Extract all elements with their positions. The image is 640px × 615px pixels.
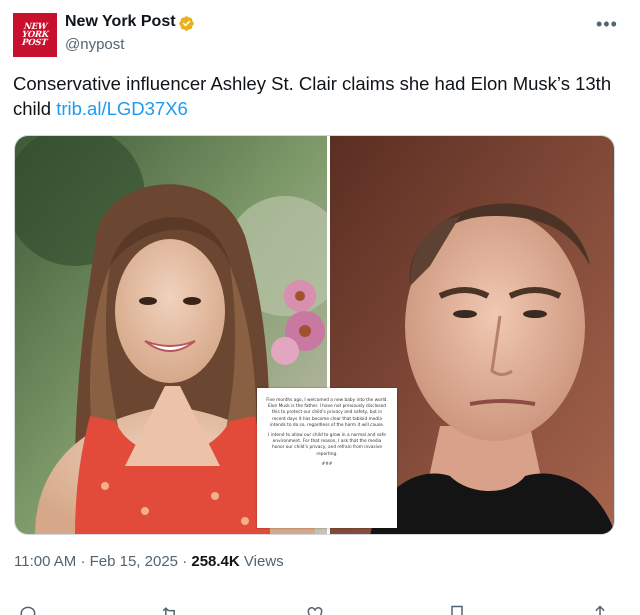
statement-paragraph-1: Five months ago, I welcomed a new baby i… xyxy=(266,398,388,428)
share-icon xyxy=(595,605,605,615)
meta-separator: · xyxy=(80,553,86,570)
meta-separator: · xyxy=(182,553,188,570)
media-image[interactable]: Five months ago, I welcomed a new baby i… xyxy=(14,135,615,535)
statement-sign: ### xyxy=(321,461,333,467)
bookmark-icon xyxy=(451,605,463,615)
reply-icon xyxy=(20,606,36,615)
views-label: Views xyxy=(243,553,284,570)
reply-button[interactable] xyxy=(18,604,38,615)
more-icon[interactable]: ••• xyxy=(596,14,618,35)
views-count: 258.4K xyxy=(191,553,240,570)
share-button[interactable] xyxy=(590,604,610,615)
handle[interactable]: @nypost xyxy=(65,36,124,53)
verified-badge-icon xyxy=(179,16,194,31)
statement-card: Five months ago, I welcomed a new baby i… xyxy=(257,388,397,528)
bookmark-button[interactable] xyxy=(447,604,467,615)
retweet-icon xyxy=(162,607,175,615)
action-bar xyxy=(0,604,640,615)
display-name[interactable]: New York Post xyxy=(65,13,176,31)
tweet-text: Conservative influencer Ashley St. Clair… xyxy=(13,71,623,121)
retweet-button[interactable] xyxy=(160,604,180,615)
like-button[interactable] xyxy=(305,604,325,615)
like-icon xyxy=(307,606,323,615)
logo-word-post: POST xyxy=(21,38,49,48)
tweet: NEW YORK POST New York Post @nypost ••• … xyxy=(0,0,640,615)
tweet-date[interactable]: Feb 15, 2025 xyxy=(90,553,178,570)
statement-paragraph-2: I intend to allow our child to grow in a… xyxy=(268,433,386,457)
tweet-link[interactable]: trib.al/LGD37X6 xyxy=(56,98,188,119)
tweet-meta: 11:00 AM · Feb 15, 2025 · 258.4K Views xyxy=(14,553,284,570)
avatar[interactable]: NEW YORK POST xyxy=(13,13,57,57)
tweet-time[interactable]: 11:00 AM xyxy=(14,553,76,570)
